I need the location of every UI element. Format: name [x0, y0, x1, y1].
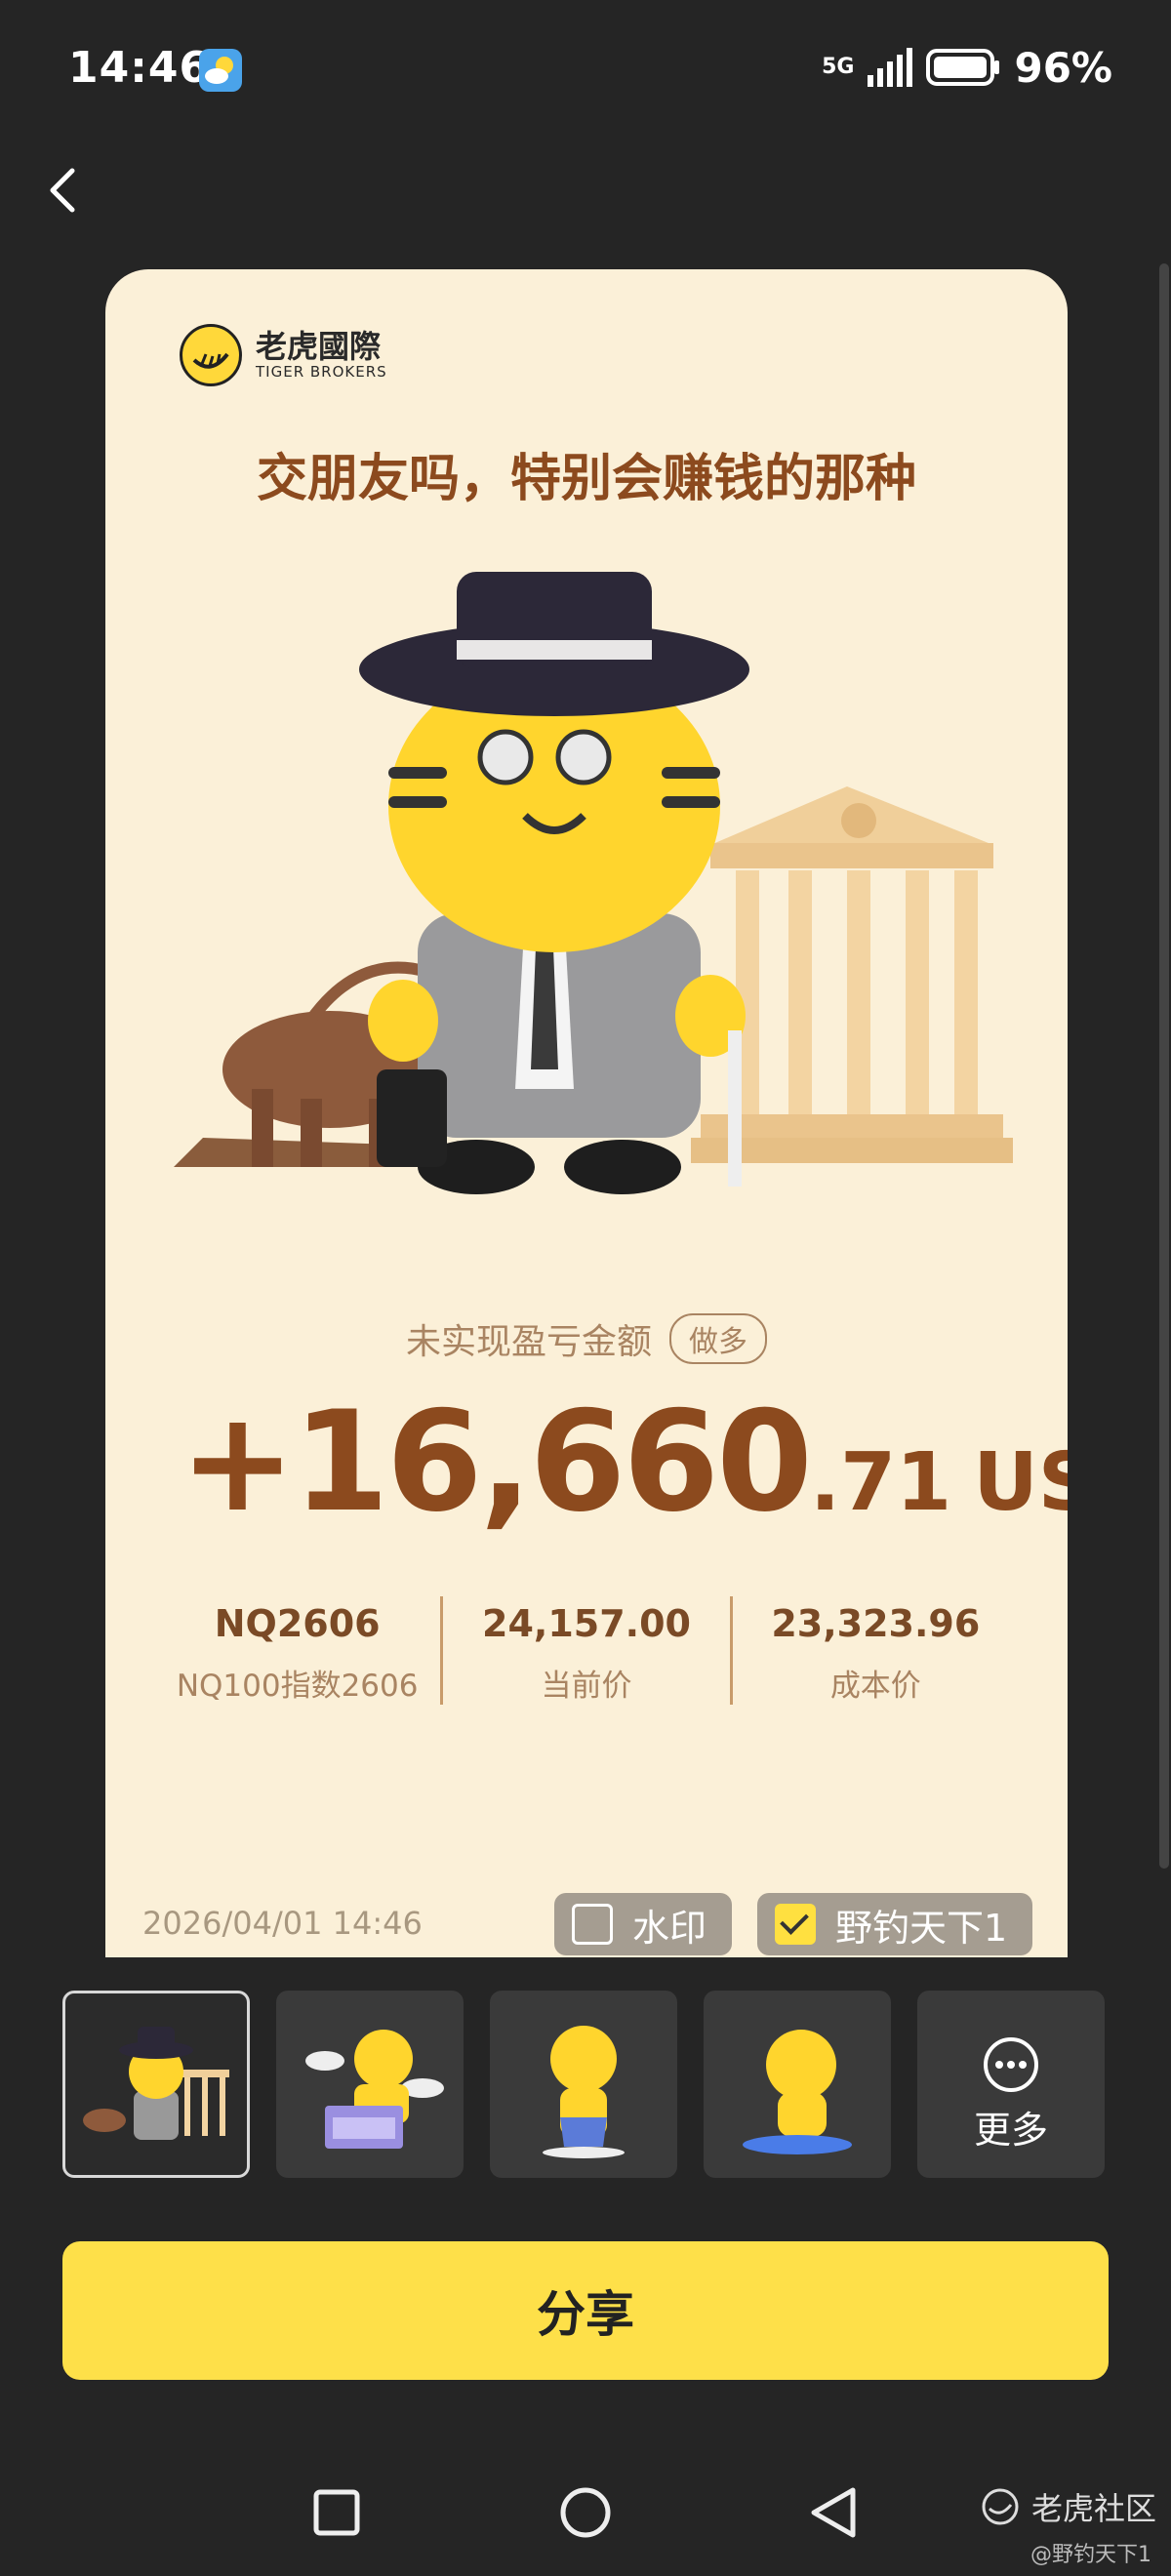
pnl-integer: +16,660 [180, 1382, 813, 1543]
share-button[interactable]: 分享 [62, 2241, 1109, 2380]
scrollbar[interactable] [1159, 263, 1169, 1869]
circle-icon[interactable] [551, 2478, 620, 2547]
tiger-character [359, 572, 749, 1194]
tiger-crying-icon [543, 2026, 625, 2158]
status-time: 14:46 [68, 43, 211, 93]
share-card: 老虎國際 TIGER BROKERS 交朋友吗，特别会赚钱的那种 未实现盈亏金额… [105, 269, 1068, 1957]
username-label: 野钓天下1 [835, 1906, 1008, 1950]
more-dots-icon [984, 2037, 1038, 2092]
battery-icon [926, 49, 1000, 86]
community-watermark: 老虎社区 [981, 2484, 1156, 2529]
pnl-currency: USD [973, 1436, 1068, 1529]
status-indicators: 5G 96% [822, 43, 1112, 92]
stat-current-price: 24,157.00 当前价 [440, 1596, 729, 1705]
battery-percent: 96% [1014, 43, 1112, 92]
network-label: 5G [822, 55, 855, 79]
square-icon[interactable] [303, 2478, 371, 2547]
tiger-logo-icon [180, 324, 242, 386]
more-label: 更多 [973, 2109, 1048, 2152]
chevron-left-icon [50, 168, 75, 213]
pnl-label-row: 未实现盈亏金额 做多 [105, 1313, 1068, 1364]
tiger-mascot-illustration [174, 572, 1013, 1194]
card-date: 2026/04/01 14:46 [142, 1905, 423, 1942]
stat-value: 24,157.00 [482, 1602, 691, 1645]
pnl-amount: +16,660.71USD [180, 1382, 1068, 1543]
template-thumb-crying[interactable] [490, 1991, 677, 2178]
brand: 老虎國際 TIGER BROKERS [180, 324, 387, 386]
position-tag: 做多 [669, 1313, 767, 1364]
brand-subtitle: TIGER BROKERS [256, 363, 387, 381]
tiger-banker-icon [83, 2027, 229, 2140]
card-title: 交朋友吗，特别会赚钱的那种 [256, 450, 916, 508]
stat-value: NQ2606 [214, 1602, 381, 1645]
back-button[interactable] [39, 161, 86, 220]
tiger-sad-icon [743, 2030, 852, 2154]
stat-label: NQ100指数2606 [176, 1669, 419, 1704]
template-thumb-sad[interactable] [704, 1991, 891, 2178]
stat-contract: NQ2606 NQ100指数2606 [154, 1596, 440, 1705]
stat-label: 当前价 [541, 1669, 632, 1704]
watermark-toggle[interactable]: 水印 [554, 1893, 732, 1955]
pnl-label: 未实现盈亏金额 [405, 1322, 652, 1362]
pnl-decimal: .71 [809, 1436, 952, 1529]
stat-value: 23,323.96 [771, 1602, 981, 1645]
username-toggle[interactable]: 野钓天下1 [757, 1893, 1032, 1955]
stat-cost-price: 23,323.96 成本价 [729, 1596, 1019, 1705]
stat-label: 成本价 [829, 1669, 921, 1704]
triangle-back-icon[interactable] [800, 2478, 868, 2547]
watermark-label: 水印 [632, 1906, 707, 1950]
more-templates-button[interactable]: 更多 [917, 1991, 1105, 2178]
stats-row: NQ2606 NQ100指数2606 24,157.00 当前价 23,323.… [154, 1596, 1019, 1705]
community-user: @野钓天下1 [1030, 2543, 1151, 2567]
template-thumb-cloud[interactable] [276, 1991, 464, 2178]
signal-icon [868, 48, 913, 87]
weather-icon [199, 49, 242, 92]
watermark-checkbox[interactable] [572, 1904, 613, 1945]
tiger-cloud-icon [305, 2030, 444, 2149]
template-thumb-banker[interactable] [62, 1991, 250, 2178]
community-name: 老虎社区 [1031, 2490, 1157, 2527]
brand-name: 老虎國際 [256, 328, 382, 365]
username-checkbox[interactable] [775, 1904, 816, 1945]
tiger-logo-icon [982, 2488, 1019, 2525]
